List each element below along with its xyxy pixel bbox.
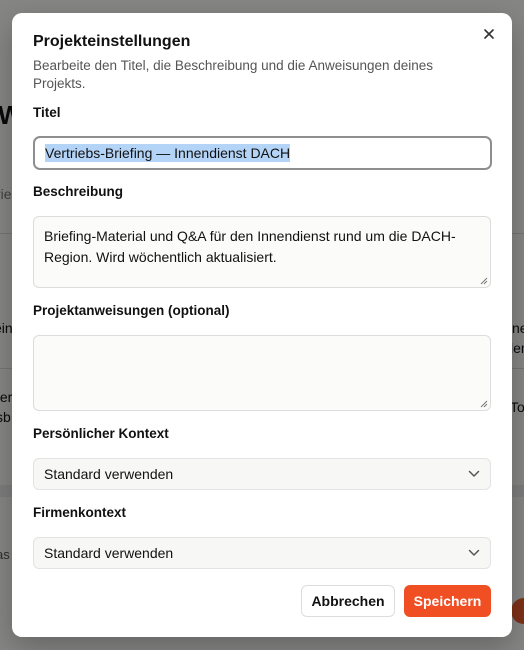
title-label: Titel <box>33 105 61 120</box>
personal-context-select[interactable]: Standard verwenden <box>33 458 491 490</box>
resize-grip-icon[interactable] <box>480 277 488 285</box>
save-button[interactable]: Speichern <box>404 585 491 617</box>
close-icon <box>484 29 494 39</box>
instructions-textarea[interactable] <box>33 335 491 411</box>
close-button[interactable] <box>480 25 498 43</box>
chevron-down-icon <box>468 470 480 477</box>
title-input[interactable]: Vertriebs-Briefing — Innendienst DACH <box>33 136 492 170</box>
dialog-title: Projekteinstellungen <box>33 33 191 50</box>
company-context-value: Standard verwenden <box>44 545 174 561</box>
dialog-subtitle: Bearbeite den Titel, die Beschreibung un… <box>33 58 434 91</box>
cancel-button[interactable]: Abbrechen <box>301 585 395 617</box>
project-settings-dialog: Projekteinstellungen Bearbeite den Titel… <box>12 13 512 637</box>
personal-context-value: Standard verwenden <box>44 466 174 482</box>
company-context-label: Firmenkontext <box>33 505 127 520</box>
description-textarea[interactable]: Briefing-Material und Q&A für den Innend… <box>33 216 491 288</box>
description-value: Briefing-Material und Q&A für den Innend… <box>44 228 456 265</box>
instructions-label: Projektanweisungen (optional) <box>33 303 230 318</box>
personal-context-label: Persönlicher Kontext <box>33 426 169 441</box>
description-label: Beschreibung <box>33 184 124 199</box>
resize-grip-icon[interactable] <box>480 400 488 408</box>
company-context-select[interactable]: Standard verwenden <box>33 537 491 569</box>
chevron-down-icon <box>468 549 480 556</box>
title-input-value: Vertriebs-Briefing — Innendienst DACH <box>45 144 291 162</box>
